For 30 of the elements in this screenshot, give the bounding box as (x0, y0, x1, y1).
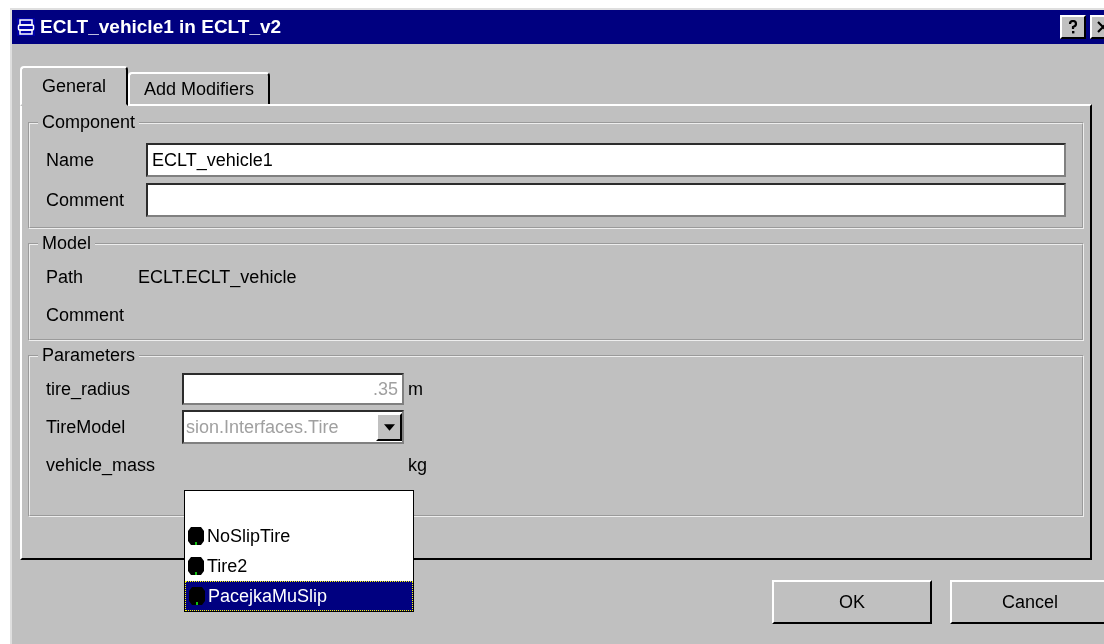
parameter-label: vehicle_mass (46, 454, 157, 476)
field-label: Comment (46, 189, 126, 211)
dropdown-item[interactable]: Tire2 (185, 551, 413, 581)
group-title: Parameters (41, 345, 137, 366)
help-button[interactable] (1060, 15, 1086, 39)
help-icon (1068, 20, 1078, 34)
tab[interactable]: General (20, 66, 129, 106)
tire-icon (188, 586, 206, 606)
window-title: ECLT_vehicle1 in ECLT_v2 (40, 16, 282, 38)
unit-label: m (408, 378, 423, 400)
unit-label: kg (408, 454, 427, 476)
field-label: Name (46, 149, 95, 171)
dropdown-item[interactable]: NoSlipTire (185, 521, 413, 551)
dialog-button[interactable]: Cancel (950, 580, 1104, 624)
tire-icon (187, 526, 205, 546)
printer-icon (16, 17, 36, 37)
tab[interactable]: Add Modifiers (128, 72, 271, 106)
parameter-label: TireModel (46, 416, 127, 438)
tire-icon (187, 556, 205, 576)
dropdown-item[interactable]: PacejkaMuSlip (185, 581, 413, 611)
parameter-label: tire_radius (46, 378, 132, 400)
field-label: Path (46, 266, 85, 288)
dialog-button[interactable]: OK (772, 580, 932, 624)
comment-field[interactable] (146, 183, 1066, 217)
caret-icon (383, 423, 395, 431)
name-field[interactable]: ECLT_vehicle1 (146, 143, 1066, 177)
group-title: Component (41, 112, 137, 133)
group-title: Model (41, 233, 93, 254)
field-label: Comment (46, 304, 126, 326)
path-value: ECLT.ECLT_vehicle (138, 266, 297, 288)
